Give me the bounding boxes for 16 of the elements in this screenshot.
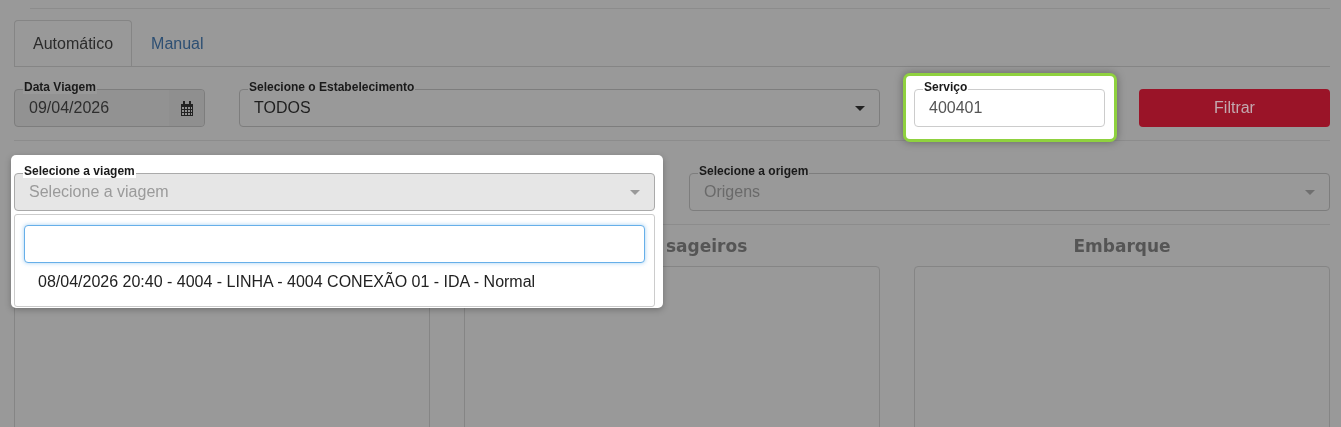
caret-icon — [855, 105, 865, 111]
panel-heading: sageiros — [666, 235, 748, 256]
tab[interactable]: Manual — [132, 20, 223, 67]
dropdown-option[interactable]: 08/04/2026 20:40 - 4004 - LINHA - 4004 CONEXÃO 01 - IDA - Normal — [24, 270, 645, 294]
field-label: Serviço — [923, 80, 969, 94]
caret-icon — [1305, 189, 1315, 195]
filter-button[interactable]: Filtrar — [1139, 89, 1330, 127]
field-label: Data Viagem — [23, 80, 97, 94]
search-field[interactable] — [24, 225, 645, 263]
field-label: Selecione a viagem — [23, 164, 136, 178]
field-label: Selecione a origem — [698, 164, 810, 178]
tab[interactable]: Automático — [14, 20, 133, 66]
caret-icon — [630, 189, 640, 195]
panel-heading: Embarque — [1073, 235, 1171, 256]
field-label: Selecione o Estabelecimento — [248, 80, 416, 94]
calendar-icon[interactable] — [179, 100, 194, 116]
